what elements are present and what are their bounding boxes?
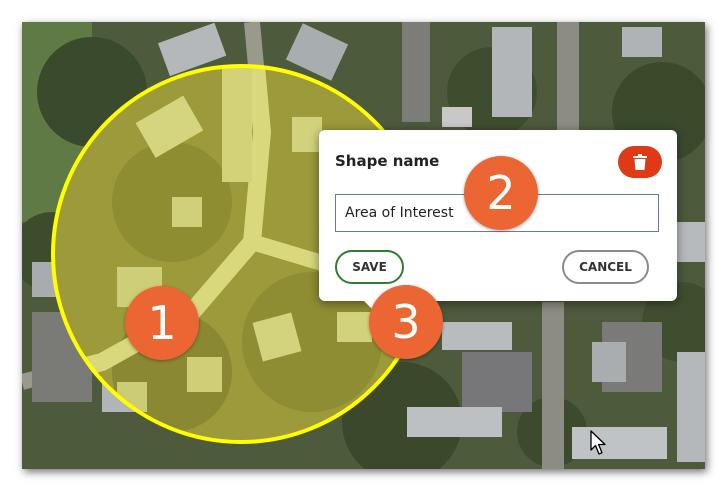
delete-shape-button[interactable] (618, 146, 662, 178)
mouse-pointer-icon (590, 430, 606, 455)
screenshot-frame: Shape name SAVE CANCEL 1 2 3 (22, 22, 705, 469)
save-button[interactable]: SAVE (335, 250, 404, 284)
callout-badge-3: 3 (369, 285, 443, 359)
callout-badge-2: 2 (464, 156, 538, 230)
popup-title: Shape name (335, 152, 440, 170)
cancel-button[interactable]: CANCEL (562, 250, 649, 284)
trash-icon (633, 154, 647, 170)
callout-badge-1: 1 (125, 286, 199, 360)
